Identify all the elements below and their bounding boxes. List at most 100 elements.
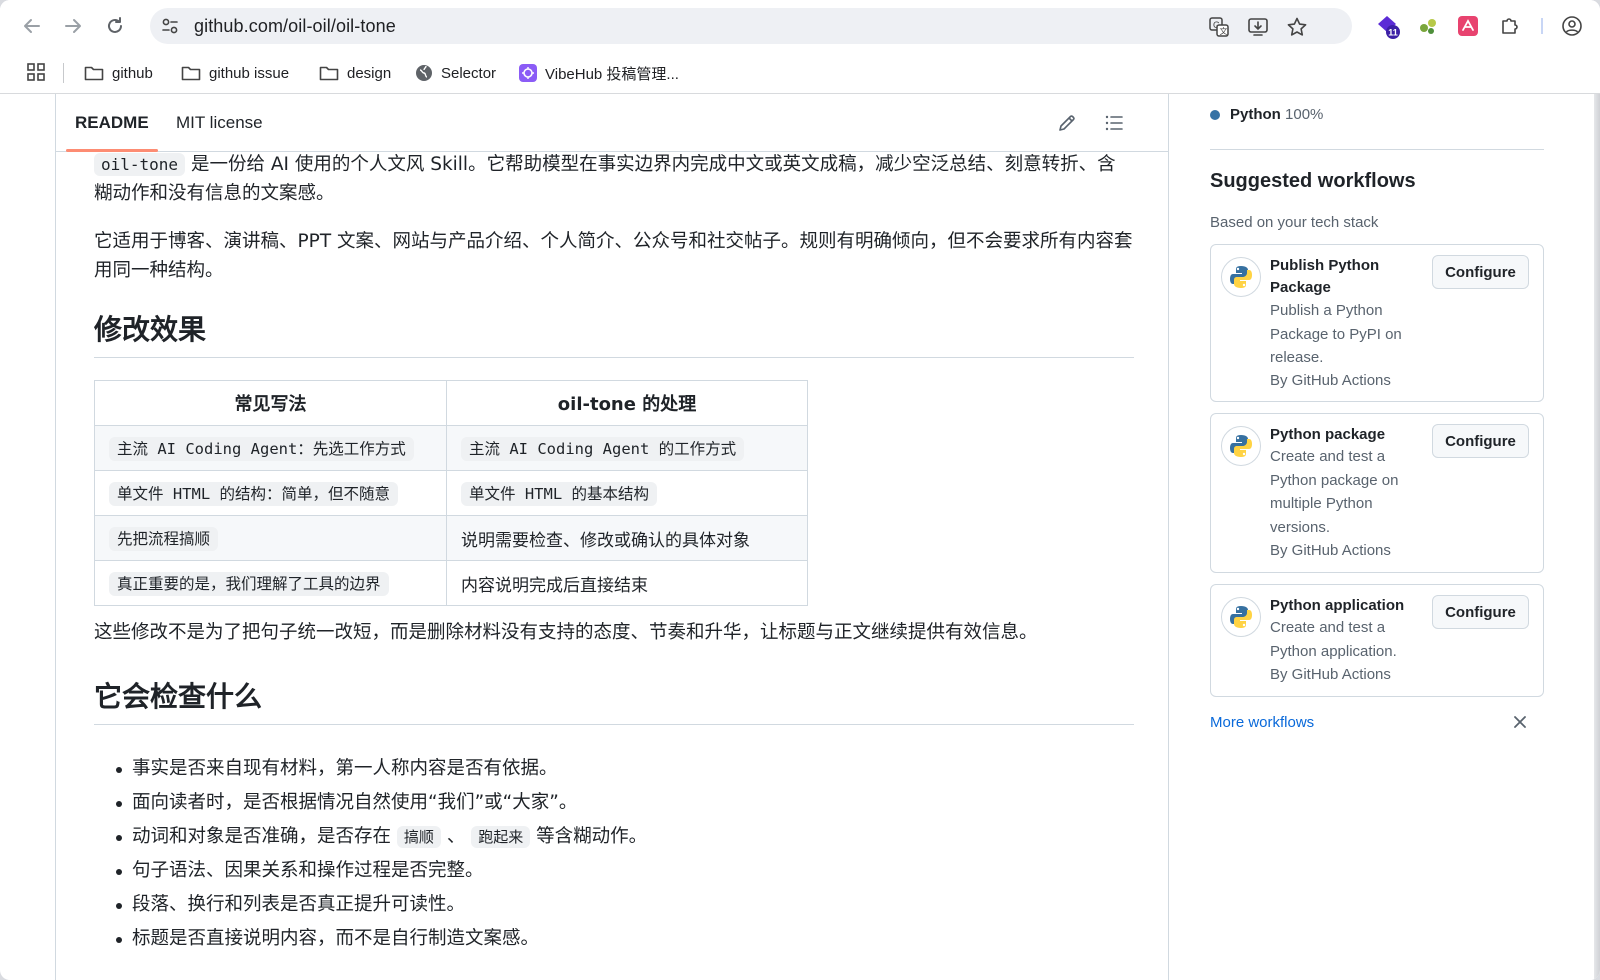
list-item: 段落、换行和列表是否真正提升可读性。 (94, 888, 1134, 922)
table-row: 主流 AI Coding Agent：先选工作方式 主流 AI Coding A… (94, 425, 808, 471)
workflow-card: Publish Python Package Publish a Python … (1210, 244, 1544, 402)
inline-code: 跑起来 (471, 826, 531, 848)
profile-button[interactable] (1558, 12, 1586, 40)
workflow-description: Create and test a Python package on mult… (1270, 448, 1399, 536)
tab-readme[interactable]: README (75, 94, 149, 152)
configure-button[interactable]: Configure (1432, 595, 1529, 629)
extension-11[interactable]: 11 (1374, 12, 1402, 40)
language-color-dot (1210, 109, 1220, 120)
workflow-author: By GitHub Actions (1270, 666, 1391, 683)
bookmark-label: github (112, 64, 153, 82)
reload-button[interactable] (101, 12, 129, 40)
language-name: Python (1230, 106, 1281, 123)
site-settings-icon[interactable] (160, 16, 180, 36)
list-item: 动词和对象是否准确，是否存在 搞顺 、 跑起来 等含糊动作。 (94, 820, 1134, 854)
extension-pink[interactable] (1454, 12, 1482, 40)
dismiss-workflows-button[interactable] (1510, 712, 1530, 732)
table-row: 单文件 HTML 的结构：简单，但不随意 单文件 HTML 的基本结构 (94, 470, 808, 516)
intro-text: 是一份给 AI 使用的个人文风 Skill。它帮助模型在事实边界内完成中文或英文… (94, 154, 1116, 204)
translate-button[interactable]: G文 (1208, 16, 1230, 38)
configure-button[interactable]: Configure (1432, 255, 1529, 289)
bookmark-vibehub[interactable]: VibeHub 投稿管理... (519, 60, 679, 86)
language-percent: 100% (1285, 106, 1324, 123)
bookmarks-divider (63, 63, 64, 83)
workflow-name[interactable]: Python package (1270, 424, 1420, 446)
readme-tab-bar: README MIT license (56, 94, 1168, 152)
list-icon (1105, 115, 1123, 131)
language-stat[interactable]: Python 100% (1210, 106, 1323, 123)
bookmark-selector[interactable]: Selector (415, 60, 496, 86)
back-button[interactable] (18, 12, 46, 40)
table-row: 先把流程搞顺 说明需要检查、修改或确认的具体对象 (94, 515, 808, 561)
workflow-card: Python package Create and test a Python … (1210, 413, 1544, 573)
bookmark-star-button[interactable] (1286, 16, 1308, 38)
apps-grid-icon[interactable] (26, 62, 46, 82)
table-header-row: 常见写法 oil-tone 的处理 (94, 380, 808, 426)
configure-button[interactable]: Configure (1432, 424, 1529, 458)
sidebar-divider (1210, 149, 1544, 150)
install-icon (1248, 18, 1268, 36)
inline-code: 主流 AI Coding Agent 的工作方式 (461, 437, 745, 461)
heading-effect: 修改效果 (94, 313, 207, 346)
list-item-text: 等含糊动作。 (536, 826, 648, 847)
repo-sidebar: Python 100% Suggested workflows Based on… (1190, 94, 1550, 980)
heading-checks: 它会检查什么 (94, 680, 263, 713)
intro-paragraph: oil-tone 是一份给 AI 使用的个人文风 Skill。它帮助模型在事实边… (94, 150, 1134, 208)
inline-code: 主流 AI Coding Agent：先选工作方式 (109, 437, 414, 461)
suggested-workflows-subtitle: Based on your tech stack (1210, 214, 1379, 231)
edit-readme-button[interactable] (1056, 112, 1078, 134)
pencil-icon (1059, 115, 1075, 131)
workflow-name[interactable]: Publish Python Package (1270, 255, 1420, 299)
table-cell: 单文件 HTML 的结构：简单，但不随意 (94, 470, 447, 516)
table-cell: 单文件 HTML 的基本结构 (446, 470, 808, 516)
inline-code: 先把流程搞顺 (109, 527, 219, 551)
address-bar[interactable]: github.com/oil-oil/oil-tone G文 (150, 8, 1352, 44)
vibehub-icon (519, 64, 537, 82)
bookmark-github[interactable]: github (84, 60, 153, 86)
bookmarks-bar: github github issue design Selector Vibe… (0, 52, 1600, 94)
list-item-text: 动词和对象是否准确，是否存在 (132, 826, 392, 847)
star-icon (1287, 17, 1307, 36)
extension-molecule[interactable] (1414, 12, 1442, 40)
inline-code: oil-tone (94, 153, 186, 176)
url-text[interactable]: github.com/oil-oil/oil-tone (194, 8, 396, 44)
table-cell: 主流 AI Coding Agent 的工作方式 (446, 425, 808, 471)
arrow-right-icon (65, 19, 81, 33)
table-cell: 说明需要检查、修改或确认的具体对象 (446, 515, 808, 561)
bookmark-github-issue[interactable]: github issue (181, 60, 289, 86)
bookmark-label: VibeHub 投稿管理... (545, 65, 679, 83)
python-logo-icon (1221, 597, 1261, 637)
python-logo-icon (1221, 426, 1261, 466)
table-row: 真正重要的是，我们理解了工具的边界 内容说明完成后直接结束 (94, 560, 808, 606)
bookmark-label: Selector (441, 64, 497, 82)
browser-window: github.com/oil-oil/oil-tone G文 11 github… (0, 0, 1600, 980)
translate-icon: G文 (1209, 17, 1229, 37)
outline-button[interactable] (1103, 112, 1125, 134)
workflow-author: By GitHub Actions (1270, 372, 1391, 389)
tab-license[interactable]: MIT license (176, 94, 263, 152)
inline-code: 单文件 HTML 的基本结构 (461, 482, 657, 506)
usage-paragraph: 它适用于博客、演讲稿、PPT 文案、网站与产品介绍、个人简介、公众号和社交帖子。… (94, 231, 1133, 281)
table-cell: 主流 AI Coding Agent：先选工作方式 (94, 425, 447, 471)
more-workflows-link[interactable]: More workflows (1210, 714, 1314, 731)
comparison-table: 常见写法 oil-tone 的处理 主流 AI Coding Agent：先选工… (94, 380, 808, 606)
globe-icon (416, 65, 432, 81)
github-page: README MIT license oil-tone 是一份给 AI 使用的个… (10, 94, 1600, 980)
inline-code: 单文件 HTML 的结构：简单，但不随意 (109, 482, 398, 506)
install-app-button[interactable] (1247, 16, 1269, 38)
inline-code: 搞顺 (396, 826, 441, 848)
forward-button[interactable] (59, 12, 87, 40)
workflow-name[interactable]: Python application (1270, 595, 1420, 617)
close-icon (1514, 716, 1526, 728)
bookmark-design[interactable]: design (319, 60, 391, 86)
list-item: 事实是否来自现有材料，第一人称内容是否有依据。 (94, 752, 1134, 786)
arrow-left-icon (24, 19, 40, 33)
table-header: oil-tone 的处理 (446, 380, 808, 426)
table-cell: 真正重要的是，我们理解了工具的边界 (94, 560, 447, 606)
folder-icon (181, 66, 201, 81)
readme-panel: README MIT license oil-tone 是一份给 AI 使用的个… (55, 94, 1169, 980)
toolbar-divider (1541, 18, 1543, 34)
list-item-separator: 、 (446, 826, 466, 847)
folder-icon (84, 66, 104, 81)
extensions-menu-button[interactable] (1496, 12, 1524, 40)
